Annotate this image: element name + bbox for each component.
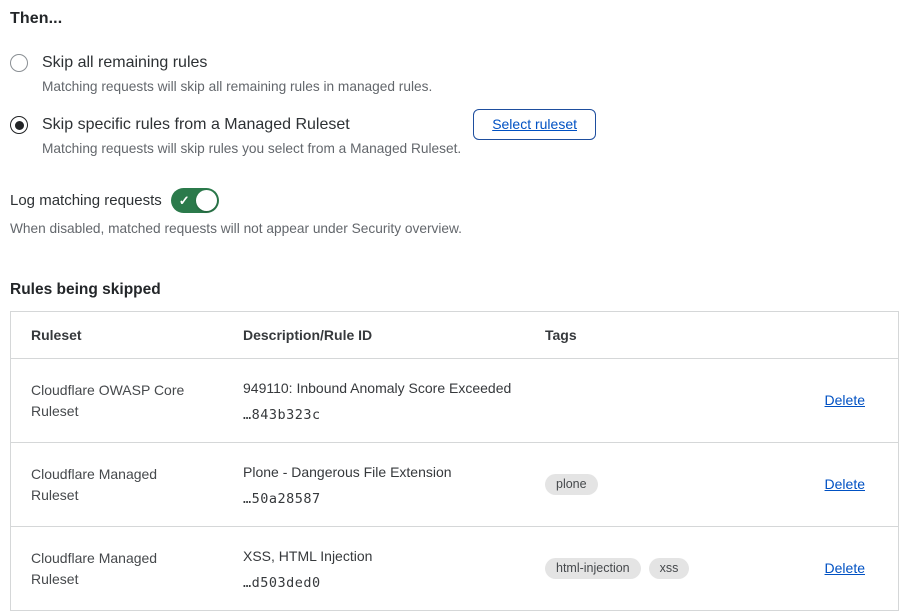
skip-options-group: Skip all remaining rules Matching reques… — [10, 52, 899, 159]
radio-skip-all-remaining-rules[interactable] — [10, 54, 28, 72]
column-header-ruleset: Ruleset — [11, 327, 223, 343]
table-row: Cloudflare Managed Ruleset XSS, HTML Inj… — [11, 526, 898, 610]
radio-skip-specific-rules[interactable] — [10, 116, 28, 134]
delete-rule-link[interactable]: Delete — [825, 392, 865, 408]
rule-description: XSS, HTML Injection — [243, 547, 515, 566]
column-header-tags: Tags — [525, 327, 764, 343]
rule-description: Plone - Dangerous File Extension — [243, 463, 515, 482]
table-header-row: Ruleset Description/Rule ID Tags — [11, 312, 898, 358]
toggle-knob — [196, 190, 217, 211]
select-ruleset-button[interactable]: Select ruleset — [473, 109, 596, 140]
rules-being-skipped-table: Ruleset Description/Rule ID Tags Cloudfl… — [10, 311, 899, 611]
delete-rule-link[interactable]: Delete — [825, 476, 865, 492]
option-description: Matching requests will skip all remainin… — [42, 77, 432, 97]
ruleset-name: Cloudflare OWASP Core Ruleset — [11, 380, 211, 422]
option-skip-all-remaining-rules: Skip all remaining rules Matching reques… — [10, 52, 899, 97]
rule-tags: html-injection xss — [525, 558, 764, 579]
option-label[interactable]: Skip specific rules from a Managed Rules… — [42, 114, 461, 136]
tag-badge: plone — [545, 474, 598, 495]
log-matching-requests-toggle[interactable]: ✓ — [171, 188, 219, 213]
rule-tags: plone — [525, 474, 764, 495]
rule-id: …d503ded0 — [243, 575, 515, 591]
rules-being-skipped-heading: Rules being skipped — [10, 281, 899, 299]
column-header-description: Description/Rule ID — [223, 327, 525, 343]
option-label[interactable]: Skip all remaining rules — [42, 52, 432, 74]
log-matching-requests-label: Log matching requests — [10, 192, 162, 209]
tag-badge: xss — [649, 558, 690, 579]
rule-description: 949110: Inbound Anomaly Score Exceeded — [243, 379, 515, 398]
logging-description: When disabled, matched requests will not… — [10, 221, 899, 236]
then-section-heading: Then... — [10, 10, 899, 28]
option-skip-specific-rules: Skip specific rules from a Managed Rules… — [10, 114, 899, 159]
table-row: Cloudflare OWASP Core Ruleset 949110: In… — [11, 358, 898, 442]
ruleset-name: Cloudflare Managed Ruleset — [11, 548, 211, 590]
rule-id: …843b323c — [243, 407, 515, 423]
toggle-check-icon: ✓ — [179, 194, 190, 207]
waf-rule-config-panel: Then... Skip all remaining rules Matchin… — [0, 0, 911, 611]
ruleset-name: Cloudflare Managed Ruleset — [11, 464, 211, 506]
logging-section: Log matching requests ✓ When disabled, m… — [10, 188, 899, 236]
tag-badge: html-injection — [545, 558, 641, 579]
table-row: Cloudflare Managed Ruleset Plone - Dange… — [11, 442, 898, 526]
delete-rule-link[interactable]: Delete — [825, 560, 865, 576]
rule-id: …50a28587 — [243, 491, 515, 507]
option-description: Matching requests will skip rules you se… — [42, 139, 461, 159]
